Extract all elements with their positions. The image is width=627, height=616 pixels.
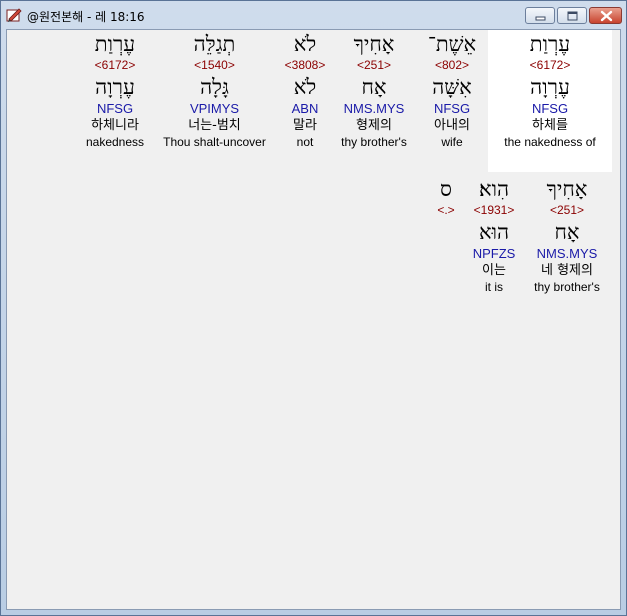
parsing-code: NFSG [433, 101, 471, 116]
strong-number-link[interactable]: <251> [527, 202, 607, 219]
parsing-code: ABN [291, 101, 319, 116]
hebrew-word: אֵשֶׁת־ [427, 32, 477, 56]
strong-number-link[interactable]: <1931> [466, 202, 522, 219]
english-gloss: nakedness [85, 135, 145, 149]
word-cell[interactable]: הִוא׃ <1931> הוּא NPFZS 이는 it is [466, 175, 522, 315]
korean-gloss: 말라 [293, 118, 317, 133]
hebrew-word: תְגַלֵּה [193, 32, 236, 56]
strong-number-link[interactable]: <.> [428, 202, 464, 219]
english-gloss: wife [441, 135, 463, 149]
english-gloss: not [296, 135, 314, 149]
hebrew-lemma: אָח [361, 75, 387, 99]
hebrew-word: עֶרְוַת [529, 32, 571, 56]
interlinear-view: עֶרְוַת <6172> עֶרְוָה NFSG 하체를 the nake… [6, 29, 621, 610]
strong-number-link[interactable]: <1540> [157, 57, 272, 74]
word-cell[interactable]: לֹא <3808> לֹא ABN 말라 not [278, 30, 332, 172]
english-gloss: it is [485, 280, 503, 294]
minimize-icon [535, 16, 546, 21]
word-cell[interactable]: אָחִיךָ <251> אָח NMS.MYS 형제의 thy brothe… [332, 30, 416, 172]
app-icon [6, 7, 22, 23]
close-button[interactable] [589, 7, 622, 24]
word-cell[interactable]: תְגַלֵּה <1540> גָּלָה VPIMYS 너는-범치 Thou… [157, 30, 272, 172]
korean-gloss: 이는 [482, 263, 506, 278]
word-cell[interactable]: אָחִיךָ <251> אָח NMS.MYS 네 형제의 thy brot… [527, 175, 607, 315]
maximize-icon [567, 11, 578, 21]
minimize-button[interactable] [525, 7, 555, 24]
parsing-code: NMS.MYS [343, 101, 405, 116]
close-icon [600, 10, 613, 22]
parsing-code: NPFZS [472, 246, 516, 261]
english-gloss: thy brother's [534, 280, 600, 294]
parsing-code: NFSG [531, 101, 569, 116]
hebrew-lemma: עֶרְוָה [95, 75, 135, 99]
window-title: @원전본해 - 레 18:16 [27, 10, 145, 24]
strong-number-link[interactable]: <3808> [278, 57, 332, 74]
korean-gloss: 너는-범치 [188, 118, 241, 133]
english-gloss: thy brother's [341, 135, 407, 149]
strong-number-link[interactable]: <251> [332, 57, 416, 74]
strong-number-link[interactable]: <6172> [80, 57, 150, 74]
hebrew-word: ס [440, 177, 452, 201]
parsing-code: NMS.MYS [536, 246, 598, 261]
title-bar[interactable]: @원전본해 - 레 18:16 [1, 1, 626, 29]
hebrew-word: אָחִיךָ [353, 32, 395, 56]
hebrew-lemma: עֶרְוָה [530, 75, 570, 99]
korean-gloss: 형제의 [356, 118, 392, 133]
hebrew-word: לֹא [293, 32, 317, 56]
hebrew-lemma: אִשָּׁה [432, 75, 472, 99]
hebrew-lemma: אָח [554, 220, 580, 244]
strong-number-link[interactable]: <802> [416, 57, 488, 74]
word-cell[interactable]: ס <.> [428, 175, 464, 225]
word-cell[interactable]: אֵשֶׁת־ <802> אִשָּׁה NFSG 아내의 wife [416, 30, 488, 172]
korean-gloss: 하체를 [532, 118, 568, 133]
english-gloss: the nakedness of [504, 135, 596, 149]
parsing-code: VPIMYS [189, 101, 240, 116]
app-window: @원전본해 - 레 18:16 עֶרְוַת <6172> עֶרְוָה N… [0, 0, 627, 616]
hebrew-word: הִוא׃ [478, 177, 510, 201]
korean-gloss: 하체니라 [91, 118, 139, 133]
word-cell[interactable]: עֶרְוַת <6172> עֶרְוָה NFSG 하체니라 nakedne… [80, 30, 150, 172]
hebrew-lemma: הוּא [478, 220, 510, 244]
parsing-code: NFSG [96, 101, 134, 116]
hebrew-lemma: לֹא [293, 75, 317, 99]
english-gloss: Thou shalt-uncover [163, 135, 266, 149]
word-cell[interactable]: עֶרְוַת <6172> עֶרְוָה NFSG 하체를 the nake… [488, 30, 612, 172]
hebrew-word: אָחִיךָ [546, 177, 588, 201]
korean-gloss: 아내의 [434, 118, 470, 133]
hebrew-lemma: גָּלָה [200, 75, 229, 99]
maximize-button[interactable] [557, 7, 587, 24]
hebrew-word: עֶרְוַת [94, 32, 136, 56]
strong-number-link[interactable]: <6172> [488, 57, 612, 74]
korean-gloss: 네 형제의 [541, 263, 593, 278]
